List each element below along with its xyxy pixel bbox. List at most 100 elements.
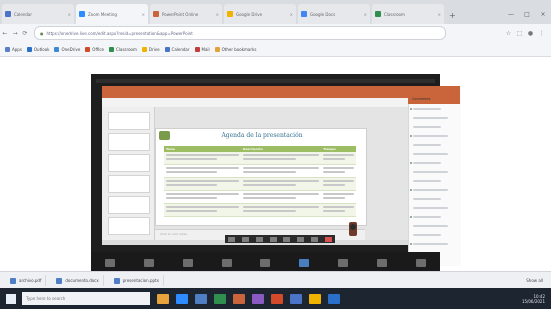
forward-icon[interactable]: →	[10, 30, 20, 37]
taskbar-app-icon[interactable]	[290, 293, 302, 304]
browser-tab[interactable]: Zoom Meeting ×	[76, 4, 148, 24]
bookmark-item[interactable]: OneDrive	[54, 46, 80, 52]
stop-share-icon[interactable]	[324, 236, 332, 242]
taskbar-app-icon[interactable]	[214, 293, 226, 304]
share-screen-icon[interactable]	[299, 258, 310, 267]
bookmark-item[interactable]: Calendar	[164, 46, 190, 52]
bookmark-item[interactable]: Outlook	[26, 46, 50, 52]
slide-thumbnail[interactable]	[108, 112, 150, 130]
control-icon[interactable]	[242, 236, 250, 242]
comment-line	[413, 162, 441, 164]
comment-line	[413, 207, 448, 209]
reactions-icon[interactable]	[376, 258, 387, 267]
minimize-icon[interactable]: —	[503, 11, 519, 18]
window-close-icon[interactable]: ×	[535, 11, 551, 18]
tab-title: Classroom	[384, 11, 405, 17]
control-icon[interactable]	[297, 236, 305, 242]
bookmark-item[interactable]: Apps	[5, 46, 22, 52]
back-icon[interactable]: ←	[0, 30, 10, 37]
control-icon[interactable]	[269, 236, 277, 242]
profile-icon[interactable]: ●	[525, 30, 536, 37]
close-icon[interactable]: ×	[364, 12, 367, 17]
chat-icon[interactable]	[260, 258, 271, 267]
tab-favicon-icon	[5, 11, 11, 17]
close-icon[interactable]: ×	[438, 12, 441, 17]
maximize-icon[interactable]: □	[519, 11, 535, 18]
comment-line	[413, 171, 448, 173]
windows-start-icon[interactable]	[6, 293, 16, 304]
slide-thumbnail[interactable]	[108, 154, 150, 172]
browser-tab[interactable]: PowerPoint Online ×	[150, 4, 222, 24]
file-icon	[10, 277, 16, 284]
video-icon[interactable]	[144, 258, 155, 267]
bookmark-item[interactable]: Classroom	[108, 46, 137, 52]
table-cell	[240, 177, 322, 191]
slide-thumbnail[interactable]	[108, 217, 150, 235]
new-tab-button[interactable]: +	[444, 11, 461, 24]
taskbar-app-icon[interactable]	[328, 293, 340, 304]
control-icon[interactable]	[228, 236, 236, 242]
taskbar-app-icon[interactable]	[176, 293, 188, 304]
download-filename: archivo.pdf	[19, 278, 42, 283]
bookmark-item[interactable]: Drive	[141, 46, 160, 52]
comment-line	[413, 117, 448, 119]
bookmark-icon	[164, 46, 170, 52]
table-cell	[164, 152, 241, 165]
bookmark-item[interactable]: Office	[85, 46, 104, 52]
comment-line	[413, 135, 448, 137]
close-icon[interactable]: ×	[290, 12, 293, 17]
reload-icon[interactable]: ⟳	[20, 30, 30, 37]
browser-tab[interactable]: Google Docs ×	[298, 4, 370, 24]
control-icon[interactable]	[310, 236, 318, 242]
extensions-icon[interactable]: ⬚	[514, 30, 525, 37]
screen-share-controls	[225, 235, 335, 243]
menu-icon[interactable]: ⋮	[536, 30, 547, 37]
download-item[interactable]: documento.docx	[52, 275, 104, 286]
taskbar-app-icon[interactable]	[195, 293, 207, 304]
comments-side-panel	[408, 86, 461, 266]
browser-tab[interactable]: Calendar ×	[2, 4, 74, 24]
control-icon[interactable]	[255, 236, 263, 242]
table-cell	[164, 190, 241, 204]
participant-avatar	[350, 224, 356, 230]
slide-thumbnail[interactable]	[108, 133, 150, 151]
download-item[interactable]: archivo.pdf	[6, 275, 47, 286]
browser-tab[interactable]: Google Drive ×	[224, 4, 296, 24]
table-cell	[321, 203, 356, 217]
bookmark-icon	[194, 46, 200, 52]
download-item[interactable]: presentacion.pptx	[110, 275, 164, 286]
url-field[interactable]: ● https://onedrive.live.com/edit.aspx?re…	[34, 26, 446, 40]
taskbar-search[interactable]: Type here to search	[22, 292, 150, 305]
bookmarks-bar: Apps Outlook OneDrive Office Classroom Drive C…	[0, 42, 551, 57]
taskbar-app-icon[interactable]	[271, 293, 283, 304]
close-icon[interactable]: ×	[216, 12, 219, 17]
control-icon[interactable]	[283, 236, 291, 242]
close-icon[interactable]: ×	[68, 12, 71, 17]
participants-icon[interactable]	[221, 258, 232, 267]
close-icon[interactable]: ×	[142, 12, 145, 17]
table-cell	[321, 190, 356, 204]
system-tray-clock[interactable]: 10:42 15/06/2021	[522, 294, 551, 304]
taskbar-app-icon[interactable]	[233, 293, 245, 304]
bookmark-item[interactable]: Mail	[194, 46, 210, 52]
comment-line	[413, 225, 448, 227]
side-panel-title: Comments	[412, 97, 431, 101]
slide-thumbnail[interactable]	[108, 196, 150, 214]
show-all-downloads[interactable]: Show all	[526, 278, 551, 283]
table-cell	[164, 203, 241, 217]
slide-thumbnail[interactable]	[108, 175, 150, 193]
security-icon[interactable]	[182, 258, 193, 267]
bookmark-label: Outlook	[33, 46, 50, 52]
bookmark-item[interactable]: Other bookmarks	[214, 46, 256, 52]
table-row	[164, 152, 356, 165]
record-icon[interactable]	[337, 258, 348, 267]
mute-icon[interactable]	[105, 258, 116, 267]
bookmark-icon	[214, 46, 220, 52]
taskbar-app-icon[interactable]	[309, 293, 321, 304]
star-icon[interactable]: ☆	[503, 30, 514, 37]
browser-tab[interactable]: Classroom ×	[372, 4, 444, 24]
taskbar-app-icon[interactable]	[157, 293, 169, 304]
end-icon[interactable]	[415, 258, 426, 267]
table-cell	[240, 164, 322, 178]
taskbar-app-icon[interactable]	[252, 293, 264, 304]
